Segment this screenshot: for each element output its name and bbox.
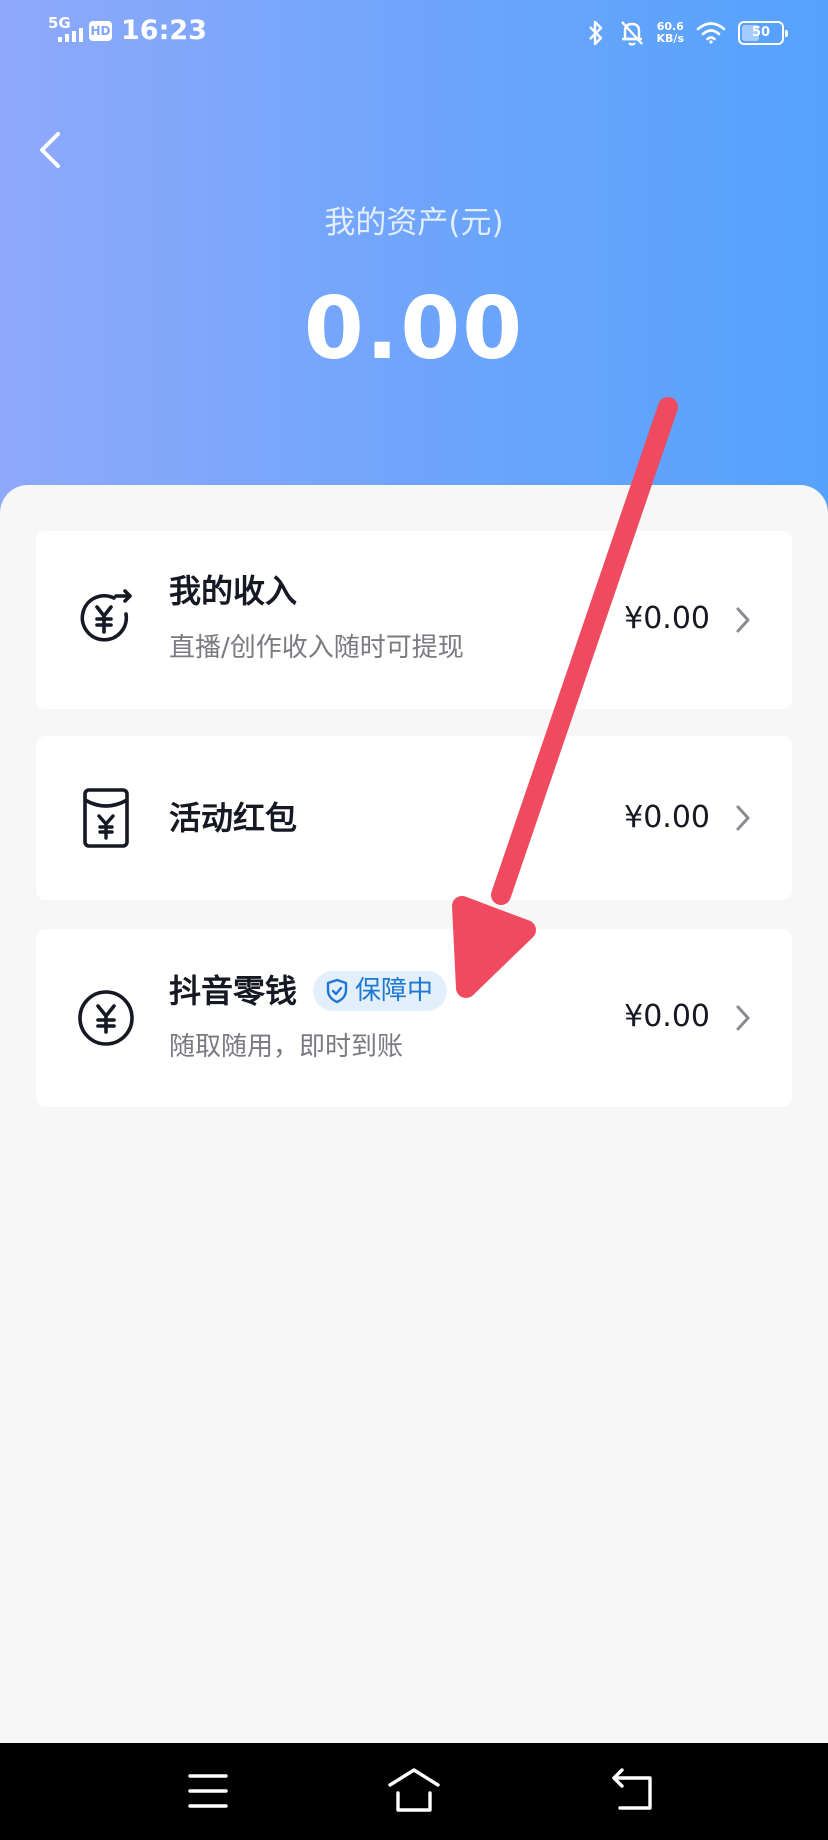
income-card[interactable]: 我的收入 直播/创作收入随时可提现 ¥0.00 — [36, 531, 792, 709]
status-bar: 5G HD 16:23 60.6 KB/s 50 — [0, 0, 828, 64]
red-envelope-card[interactable]: 活动红包 ¥0.00 — [36, 736, 792, 900]
yuan-coin-icon — [78, 990, 134, 1046]
red-envelope-icon — [83, 788, 129, 848]
card-subtitle: 直播/创作收入随时可提现 — [169, 633, 464, 663]
card-title: 活动红包 — [169, 799, 298, 837]
assets-label: 我的资产(元) — [324, 205, 504, 241]
network-speed: 60.6 KB/s — [657, 21, 684, 45]
chevron-left-icon — [40, 132, 60, 168]
back-button[interactable] — [30, 120, 74, 180]
back-icon[interactable] — [602, 1765, 662, 1817]
card-subtitle: 随取随用，即时到账 — [169, 1032, 404, 1062]
signal-icon — [58, 28, 83, 42]
status-time: 16:23 — [121, 15, 207, 46]
badge-label: 保障中 — [355, 976, 434, 1006]
card-title: 我的收入 — [169, 572, 298, 610]
card-amount: ¥0.00 — [624, 999, 710, 1034]
card-amount: ¥0.00 — [624, 800, 710, 835]
card-title: 抖音零钱 — [169, 972, 298, 1010]
system-nav-bar — [0, 1743, 828, 1840]
chevron-right-icon — [736, 1005, 750, 1031]
chevron-right-icon — [736, 805, 750, 831]
shield-check-icon — [326, 978, 348, 1004]
douyin-change-card[interactable]: 抖音零钱 保障中 随取随用，即时到账 ¥0.00 — [36, 929, 792, 1107]
battery-level: 50 — [751, 25, 771, 40]
chevron-right-icon — [736, 607, 750, 633]
protection-badge: 保障中 — [313, 971, 448, 1011]
battery-icon: 50 — [738, 21, 788, 45]
income-yuan-icon — [80, 589, 132, 642]
menu-icon[interactable] — [178, 1765, 238, 1817]
header: 5G HD 16:23 60.6 KB/s 50 我的资产(元) 0.00 — [0, 0, 828, 560]
status-right: 60.6 KB/s 50 — [585, 16, 788, 50]
home-icon[interactable] — [384, 1765, 444, 1817]
bluetooth-icon — [588, 20, 602, 46]
assets-value: 0.00 — [303, 279, 525, 379]
hd-icon: HD — [89, 21, 112, 41]
mute-bell-icon — [620, 21, 643, 46]
card-amount: ¥0.00 — [624, 601, 710, 636]
speed-unit: KB/s — [656, 32, 684, 45]
wifi-icon — [696, 22, 726, 44]
